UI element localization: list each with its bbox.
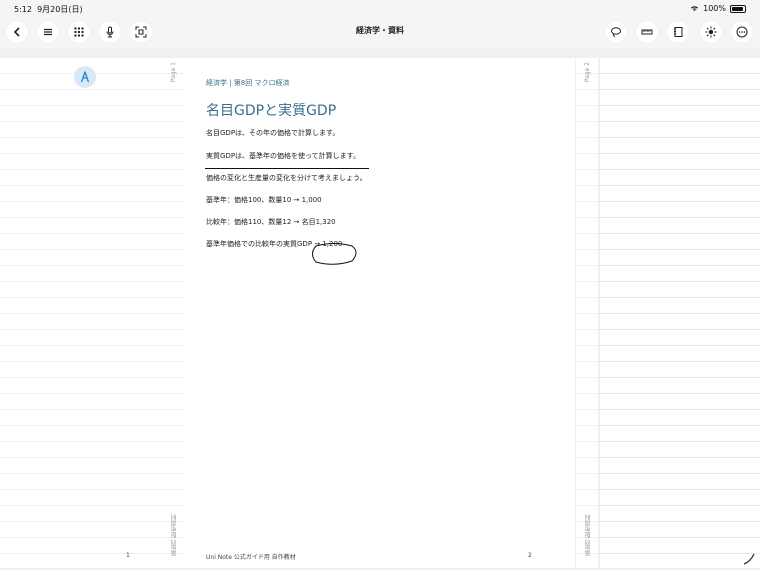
wifi-icon: [691, 6, 699, 12]
text-line: 価格の変化と生産量の変化を分けて考えましょう。: [206, 174, 367, 182]
page-number: 2: [528, 552, 532, 559]
page-title: 名目GDPと実質GDP: [206, 103, 337, 119]
page-footer: Uni Note 公式ガイド用 自作教材: [206, 554, 296, 561]
status-bar: 5:12 9月20日(日) 100%: [0, 0, 760, 17]
lasso-icon: [611, 27, 621, 37]
grid-view-button[interactable]: [68, 21, 90, 43]
more-button[interactable]: [731, 21, 753, 43]
sun-icon: [705, 26, 717, 38]
text-line: 基準年：価格100、数量10 → 1,000: [206, 196, 322, 204]
page-left[interactable]: す。 1: [0, 58, 162, 568]
lasso-button[interactable]: [605, 21, 627, 43]
brightness-button[interactable]: [700, 21, 722, 43]
notes-button[interactable]: [667, 21, 689, 43]
page-main[interactable]: 経済学 | 第8回 マクロ経済 名目GDPと実質GDP 名目GDPは、その年の価…: [184, 58, 575, 568]
handwritten-circle[interactable]: [308, 242, 360, 266]
notebook-icon: [674, 27, 683, 37]
resize-handle-icon[interactable]: [742, 552, 756, 566]
chevron-left-icon: [13, 27, 20, 37]
page-left-margin-strip: Page 1 第8回 配布資料: [162, 58, 184, 568]
scan-icon: [135, 26, 147, 38]
page-1-label: Page 1: [170, 62, 177, 83]
compass-icon: [80, 71, 90, 83]
page-right-margin-strip: Page 2 第8回 配布資料: [576, 58, 598, 568]
microphone-icon: [106, 26, 114, 38]
ruler-button[interactable]: [636, 21, 658, 43]
page-1-footer-vertical: 第8回 配布資料: [171, 514, 178, 556]
toolbar: 経済学・資料: [0, 17, 760, 45]
compass-tool-button[interactable]: [74, 66, 96, 88]
text-line: 名目GDPは、その年の価格で計算します。: [206, 129, 340, 137]
status-right: 100%: [690, 4, 746, 13]
breadcrumb: 経済学 | 第8回 マクロ経済: [206, 79, 290, 87]
scan-button[interactable]: [130, 21, 152, 43]
menu-button[interactable]: [37, 21, 59, 43]
back-button[interactable]: [6, 21, 28, 43]
more-icon: [736, 26, 748, 38]
left-page-text: す。: [0, 138, 3, 148]
battery-icon: [730, 4, 746, 13]
microphone-button[interactable]: [99, 21, 121, 43]
status-time: 5:12 9月20日(日): [14, 5, 83, 14]
notebook-canvas[interactable]: す。 1 Page 1 第8回 配布資料 経済学 | 第8回 マクロ経済 名目G…: [0, 48, 760, 570]
text-line: 実質GDPは、基準年の価格を使って計算します。: [206, 152, 360, 160]
ruler-icon: [641, 29, 653, 35]
page-right[interactable]: [600, 58, 760, 568]
hamburger-icon: [44, 28, 52, 36]
grid-icon: [74, 27, 84, 37]
document-title[interactable]: 経済学・資料: [280, 25, 480, 36]
left-page-number: 1: [126, 552, 130, 559]
page-2-footer-vertical: 第8回 配布資料: [585, 514, 592, 556]
battery-percent: 100%: [703, 4, 726, 13]
handwritten-underline[interactable]: [205, 168, 369, 169]
page-2-label: Page 2: [584, 62, 591, 83]
text-line: 比較年：価格110、数量12 → 名目1,320: [206, 218, 336, 226]
